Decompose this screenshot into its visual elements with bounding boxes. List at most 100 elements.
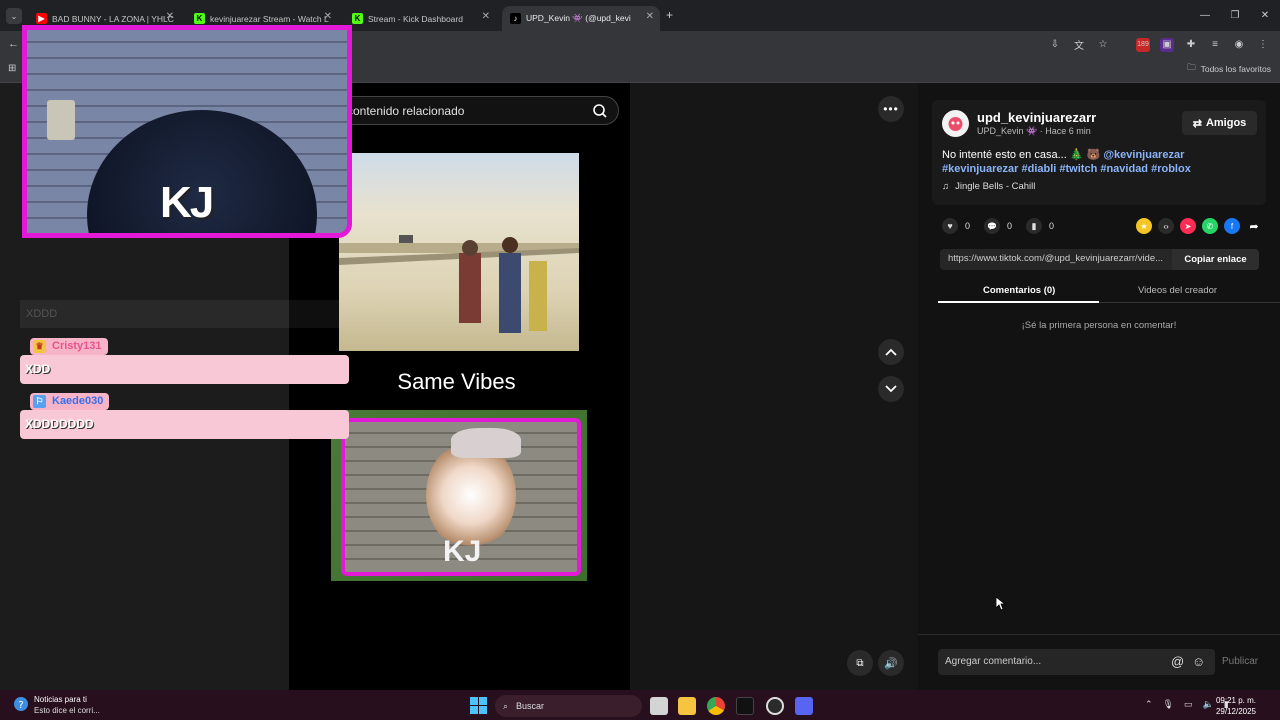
star-share-icon[interactable]: ★ xyxy=(1136,218,1152,234)
file-explorer-icon[interactable] xyxy=(678,697,696,715)
volume-button[interactable]: 🔊 xyxy=(878,650,904,676)
chat-ghost-text: XDDD xyxy=(26,308,58,320)
bookmark-icon: ▮ xyxy=(1026,218,1043,234)
tab-2[interactable]: K Stream - Kick Dashboard ✕ xyxy=(344,6,496,31)
youtube-icon: ▶ xyxy=(36,13,47,24)
restore-icon[interactable]: ❐ xyxy=(1220,0,1250,31)
volume-icon[interactable]: 🔈 xyxy=(1203,699,1214,710)
more-options-button[interactable]: ••• xyxy=(878,96,904,122)
chrome-icon[interactable] xyxy=(707,697,725,715)
mention-icon[interactable]: @ xyxy=(1171,654,1184,669)
embed-icon[interactable]: ‹› xyxy=(1158,218,1174,234)
search-icon: ⌕ xyxy=(503,700,509,711)
facebook-icon[interactable]: f xyxy=(1224,218,1240,234)
obs-icon[interactable] xyxy=(766,697,784,715)
extension-badge-icon[interactable]: 189 xyxy=(1136,37,1150,52)
share-arrow-icon[interactable]: ➦ xyxy=(1246,218,1262,234)
friends-button[interactable]: ⇄ Amigos xyxy=(1182,111,1257,135)
send-icon[interactable]: ➤ xyxy=(1180,218,1196,234)
search-icon[interactable] xyxy=(590,102,610,120)
comment-button[interactable]: 💬 0 xyxy=(984,218,1012,234)
chat-message: XDD xyxy=(20,355,349,384)
previous-video-button[interactable] xyxy=(878,339,904,365)
close-icon[interactable]: ✕ xyxy=(482,11,490,22)
news-widget[interactable]: Noticias para ti Esto dice el corri... xyxy=(20,694,100,716)
apps-icon[interactable]: ⊞ xyxy=(8,63,16,74)
tiktok-icon: ♪ xyxy=(510,13,521,24)
author-username[interactable]: upd_kevinjuarezarr xyxy=(977,110,1096,125)
tab-title: Stream - Kick Dashboard xyxy=(368,13,463,24)
search-input[interactable]: contenido relacionado xyxy=(347,104,464,118)
close-icon[interactable]: ✕ xyxy=(324,11,332,22)
share-icons: ★ ‹› ➤ ✆ f ➦ xyxy=(1136,218,1262,234)
tab-search-button[interactable]: ⌄ xyxy=(6,8,22,24)
start-icon[interactable] xyxy=(470,697,487,714)
menu-icon[interactable]: ⋮ xyxy=(1256,38,1270,52)
speaker-icon: 🔊 xyxy=(884,657,898,670)
extension-icon[interactable]: ▣ xyxy=(1160,37,1174,52)
close-icon[interactable]: ✕ xyxy=(646,11,654,22)
tab-title: BAD BUNNY - LA ZONA | YHLC xyxy=(52,13,174,24)
crown-icon: ♛ xyxy=(33,340,46,353)
related-video-thumbnail-2[interactable]: KJ xyxy=(331,410,587,581)
address-bar-icons: ⇩ 文 ☆ 189 ▣ ✚ ≡ ◉ ⋮ xyxy=(1048,31,1270,58)
tab-3-active[interactable]: ♪ UPD_Kevin 👾 (@upd_kevi ✕ xyxy=(502,6,660,31)
url-field[interactable]: 678 xyxy=(330,35,1030,54)
music-link[interactable]: ♫ Jingle Bells - Cahill xyxy=(942,181,1035,192)
minimize-icon[interactable]: — xyxy=(1190,0,1220,31)
all-bookmarks[interactable]: 🗀 Todos los favoritos xyxy=(1187,62,1271,76)
pip-button[interactable]: ⧉ xyxy=(847,650,873,676)
microphone-icon[interactable]: 🎙 xyxy=(1163,699,1174,710)
author-subline: UPD_Kevin 👾 · Hace 6 min xyxy=(977,126,1091,137)
obs-terminal-icon[interactable] xyxy=(736,697,754,715)
task-view-icon[interactable] xyxy=(650,697,668,715)
back-icon[interactable]: ← xyxy=(8,38,19,50)
avatar[interactable] xyxy=(942,110,969,137)
kick-icon: K xyxy=(194,13,205,24)
santa-hat xyxy=(451,428,521,458)
new-tab-button[interactable]: + xyxy=(666,8,673,22)
empty-comments-text: ¡Sé la primera persona en comentar! xyxy=(1021,320,1177,331)
save-button[interactable]: ▮ 0 xyxy=(1026,218,1054,234)
publish-button[interactable]: Publicar xyxy=(1222,656,1258,667)
next-video-button[interactable] xyxy=(878,376,904,402)
close-window-icon[interactable]: ✕ xyxy=(1250,0,1280,31)
chevron-down-icon xyxy=(885,385,897,393)
install-app-icon[interactable]: ⇩ xyxy=(1048,38,1062,52)
video-area xyxy=(630,83,918,690)
post-link[interactable]: https://www.tiktok.com/@upd_kevinjuareza… xyxy=(948,253,1170,264)
music-note-icon: ♫ xyxy=(942,181,950,192)
chat-message: XDDDDDDD xyxy=(20,410,349,439)
like-button[interactable]: ♥ 0 xyxy=(942,218,970,234)
post-description: No intenté esto en casa... 🎄 🐻 @kevinjua… xyxy=(942,149,1191,175)
folder-icon: 🗀 xyxy=(1187,62,1196,72)
discord-icon[interactable] xyxy=(795,697,813,715)
taskbar-clock[interactable]: 09:21 p. m. 29/12/2025 xyxy=(1216,695,1256,717)
profile-icon[interactable]: ◉ xyxy=(1232,38,1246,52)
related-video-thumbnail[interactable] xyxy=(339,153,579,351)
media-icon[interactable]: ≡ xyxy=(1208,38,1222,52)
display-name: UPD_Kevin 👾 xyxy=(977,126,1038,136)
comment-placeholder: Agregar comentario... xyxy=(945,656,1042,667)
chat-user-tag: ♛ Cristy131 xyxy=(30,338,108,355)
star-icon[interactable]: ☆ xyxy=(1096,38,1110,52)
cam-logo-small: KJ xyxy=(443,535,482,568)
whatsapp-icon[interactable]: ✆ xyxy=(1202,218,1218,234)
copy-link-button[interactable]: Copiar enlace xyxy=(1172,249,1259,270)
ellipsis-icon: ••• xyxy=(883,102,899,116)
close-icon[interactable]: ✕ xyxy=(166,11,174,22)
puzzle-icon[interactable]: ✚ xyxy=(1184,38,1198,52)
heart-icon: ♥ xyxy=(942,218,958,234)
wall-outlet xyxy=(47,100,75,140)
cam-logo: KJ xyxy=(160,178,214,227)
emoji-icon[interactable]: ☺ xyxy=(1192,654,1205,669)
chevron-up-icon[interactable]: ⌃ xyxy=(1145,699,1153,710)
thumbnail-caption: Same Vibes xyxy=(397,369,516,394)
window-controls: — ❐ ✕ xyxy=(1190,0,1280,31)
taskbar-search[interactable]: ⌕ Buscar xyxy=(495,695,642,717)
tab-creator-videos[interactable]: Videos del creador xyxy=(1138,285,1217,296)
translate-icon[interactable]: 文 xyxy=(1072,38,1086,52)
network-icon[interactable]: ▭ xyxy=(1184,699,1193,710)
tab-comments[interactable]: Comentarios (0) xyxy=(983,285,1055,296)
badge-icon: ⚐ xyxy=(33,395,46,408)
